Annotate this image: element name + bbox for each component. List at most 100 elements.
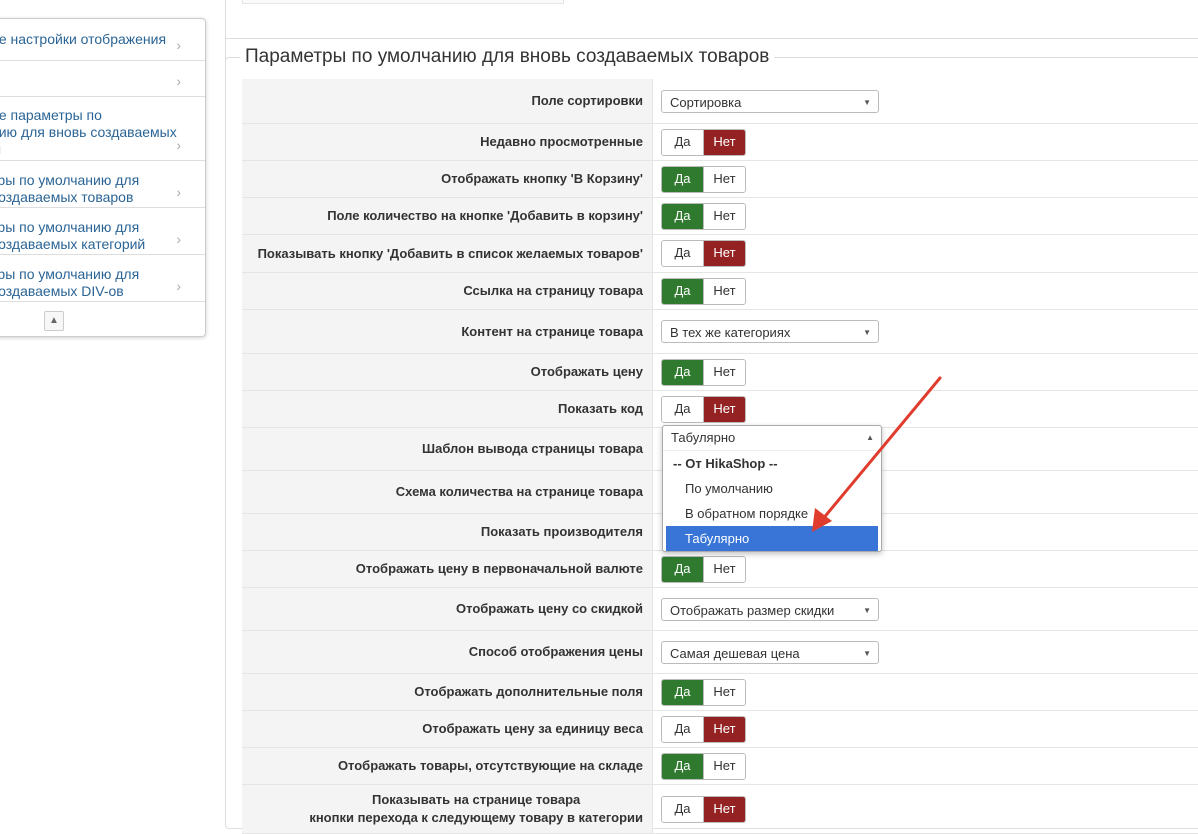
chevron-right-icon: ›	[176, 37, 181, 53]
row-label-text: Показывать кнопку 'Добавить в список жел…	[257, 245, 643, 261]
row-label-text: Отображать кнопку 'В Корзину'	[441, 171, 643, 186]
row-control: Да Нет	[653, 161, 1198, 197]
row-control: Да Нет	[653, 354, 1198, 390]
yes-no-toggle[interactable]: Да Нет	[661, 715, 746, 743]
toggle-no-button[interactable]: Нет	[703, 753, 745, 779]
row-control: Да Нет	[653, 551, 1198, 587]
toggle-no-button[interactable]: Нет	[703, 716, 745, 742]
sidebar-item[interactable]: ие параметры по нию для вновь создаваемых…	[0, 97, 205, 161]
row-label-text: Способ отображения цены	[468, 644, 643, 659]
row-label-text: Недавно просмотренные	[480, 134, 643, 149]
toggle-yes-button[interactable]: Да	[662, 753, 703, 779]
select-dropdown[interactable]: Самая дешевая цена ▼	[661, 640, 879, 664]
select-value: Отображать размер скидки	[670, 602, 835, 618]
yes-no-toggle[interactable]: Да Нет	[661, 277, 746, 305]
yes-no-toggle[interactable]: Да Нет	[661, 795, 746, 823]
yes-no-toggle[interactable]: Да Нет	[661, 202, 746, 230]
row-label: Отображать цену в первоначальной валюте	[242, 551, 653, 587]
row-label-text: Поле сортировки	[531, 93, 643, 108]
sidebar-item-label: ие параметры по	[0, 107, 102, 123]
toggle-yes-button[interactable]: Да	[662, 359, 703, 385]
select-dropdown[interactable]: В тех же категориях ▼	[661, 320, 879, 343]
dropdown-option-reverse[interactable]: В обратном порядке	[666, 501, 878, 526]
scroll-up-icon[interactable]: ▲	[44, 311, 64, 331]
toggle-no-button[interactable]: Нет	[703, 359, 745, 385]
toggle-no-button[interactable]: Нет	[703, 129, 745, 155]
row-control: Отображать размер скидки ▼	[653, 588, 1198, 630]
sidebar-item[interactable]: ›	[0, 61, 205, 97]
yes-no-toggle[interactable]: Да Нет	[661, 358, 746, 386]
dropdown-current[interactable]: Табулярно ▲	[663, 426, 881, 451]
settings-row: Отображать кнопку 'В Корзину' Да Нет	[242, 161, 1198, 198]
row-control: Да Нет	[653, 235, 1198, 272]
yes-no-toggle[interactable]: Да Нет	[661, 240, 746, 267]
toggle-no-button[interactable]: Нет	[703, 556, 745, 582]
chevron-up-icon: ▲	[866, 433, 874, 442]
toggle-yes-button[interactable]: Да	[662, 166, 703, 192]
chevron-right-icon: ›	[176, 231, 181, 247]
row-control: Да Нет	[653, 748, 1198, 784]
toggle-no-button[interactable]: Нет	[703, 241, 745, 266]
yes-no-toggle[interactable]: Да Нет	[661, 555, 746, 583]
sidebar-item-label: создаваемых товаров	[0, 189, 134, 205]
dropdown-option-default[interactable]: По умолчанию	[666, 476, 878, 501]
sidebar-item[interactable]: тры по умолчанию для создаваемых товаров ›	[0, 161, 205, 208]
toggle-yes-button[interactable]: Да	[662, 796, 703, 822]
toggle-no-button[interactable]: Нет	[703, 796, 745, 822]
chevron-right-icon: ›	[176, 184, 181, 200]
row-label: Отображать дополнительные поля	[242, 674, 653, 710]
toggle-no-button[interactable]: Нет	[703, 166, 745, 192]
row-label-line: кнопки перехода к следующему товару в ка…	[309, 810, 643, 825]
toggle-no-button[interactable]: Нет	[703, 278, 745, 304]
settings-row: Отображать цену со скидкой Отображать раз…	[242, 588, 1198, 631]
settings-row: Недавно просмотренные Да Нет	[242, 124, 1198, 161]
row-label: Отображать товары, отсутствующие на скла…	[242, 748, 653, 784]
toggle-yes-button[interactable]: Да	[662, 278, 703, 304]
chevron-down-icon: ▼	[863, 328, 871, 337]
toggle-yes-button[interactable]: Да	[662, 203, 703, 229]
row-label-text: Поле количество на кнопке 'Добавить в ко…	[327, 208, 643, 223]
settings-row: Поле сортировки Сортировка ▼	[242, 79, 1198, 124]
select-value: Сортировка	[670, 94, 742, 110]
row-label: Ссылка на страницу товара	[242, 273, 653, 309]
toggle-yes-button[interactable]: Да	[662, 129, 703, 155]
settings-row: Поле количество на кнопке 'Добавить в ко…	[242, 198, 1198, 235]
yes-no-toggle[interactable]: Да Нет	[661, 165, 746, 193]
sidebar-item[interactable]: тры по умолчанию для создаваемых DIV-ов ›	[0, 255, 205, 302]
toggle-no-button[interactable]: Нет	[703, 203, 745, 229]
sidebar-item-label: нию для вновь создаваемых	[0, 124, 177, 140]
toggle-yes-button[interactable]: Да	[662, 679, 703, 705]
toggle-no-button[interactable]: Нет	[703, 679, 745, 705]
select-dropdown[interactable]: Сортировка ▼	[661, 89, 879, 113]
sidebar-item[interactable]: тры по умолчанию для создаваемых категори…	[0, 208, 205, 255]
row-label-text: Отображать цену в первоначальной валюте	[355, 561, 643, 576]
select-value: В тех же категориях	[670, 325, 791, 340]
toggle-no-button[interactable]: Нет	[703, 396, 745, 422]
select-dropdown[interactable]: Отображать размер скидки ▼	[661, 597, 879, 621]
row-label: Способ отображения цены	[242, 631, 653, 673]
yes-no-toggle[interactable]: Да Нет	[661, 752, 746, 780]
row-control: Да Нет	[653, 785, 1198, 833]
row-label: Схема количества на странице товара	[242, 471, 653, 513]
row-label: Отображать кнопку 'В Корзину'	[242, 161, 653, 197]
row-label: Показывать кнопку 'Добавить в список жел…	[242, 235, 653, 272]
row-label: Отображать цену со скидкой	[242, 588, 653, 630]
yes-no-toggle[interactable]: Да Нет	[661, 395, 746, 423]
settings-row: Отображать цену Да Нет	[242, 354, 1198, 391]
section-title: Параметры по умолчанию для вновь создава…	[240, 46, 775, 68]
toggle-yes-button[interactable]: Да	[662, 716, 703, 742]
sidebar-item[interactable]: ие настройки отображения ›	[0, 19, 205, 61]
template-select-dropdown[interactable]: Табулярно ▲ -- От HikaShop -- По умолчан…	[662, 425, 882, 552]
row-label-text: Показывать на странице товара кнопки пере…	[309, 791, 643, 827]
chevron-down-icon: ▼	[863, 97, 871, 107]
toggle-yes-button[interactable]: Да	[662, 241, 703, 266]
row-label-text: Шаблон вывода страницы товара	[422, 441, 643, 456]
row-label-text: Показать код	[557, 401, 643, 416]
yes-no-toggle[interactable]: Да Нет	[661, 678, 746, 706]
toggle-yes-button[interactable]: Да	[662, 396, 703, 422]
yes-no-toggle[interactable]: Да Нет	[661, 128, 746, 156]
row-label: Показать код	[242, 391, 653, 427]
toggle-yes-button[interactable]: Да	[662, 556, 703, 582]
dropdown-option-tabular[interactable]: Табулярно	[666, 526, 878, 551]
row-label: Поле количество на кнопке 'Добавить в ко…	[242, 198, 653, 234]
